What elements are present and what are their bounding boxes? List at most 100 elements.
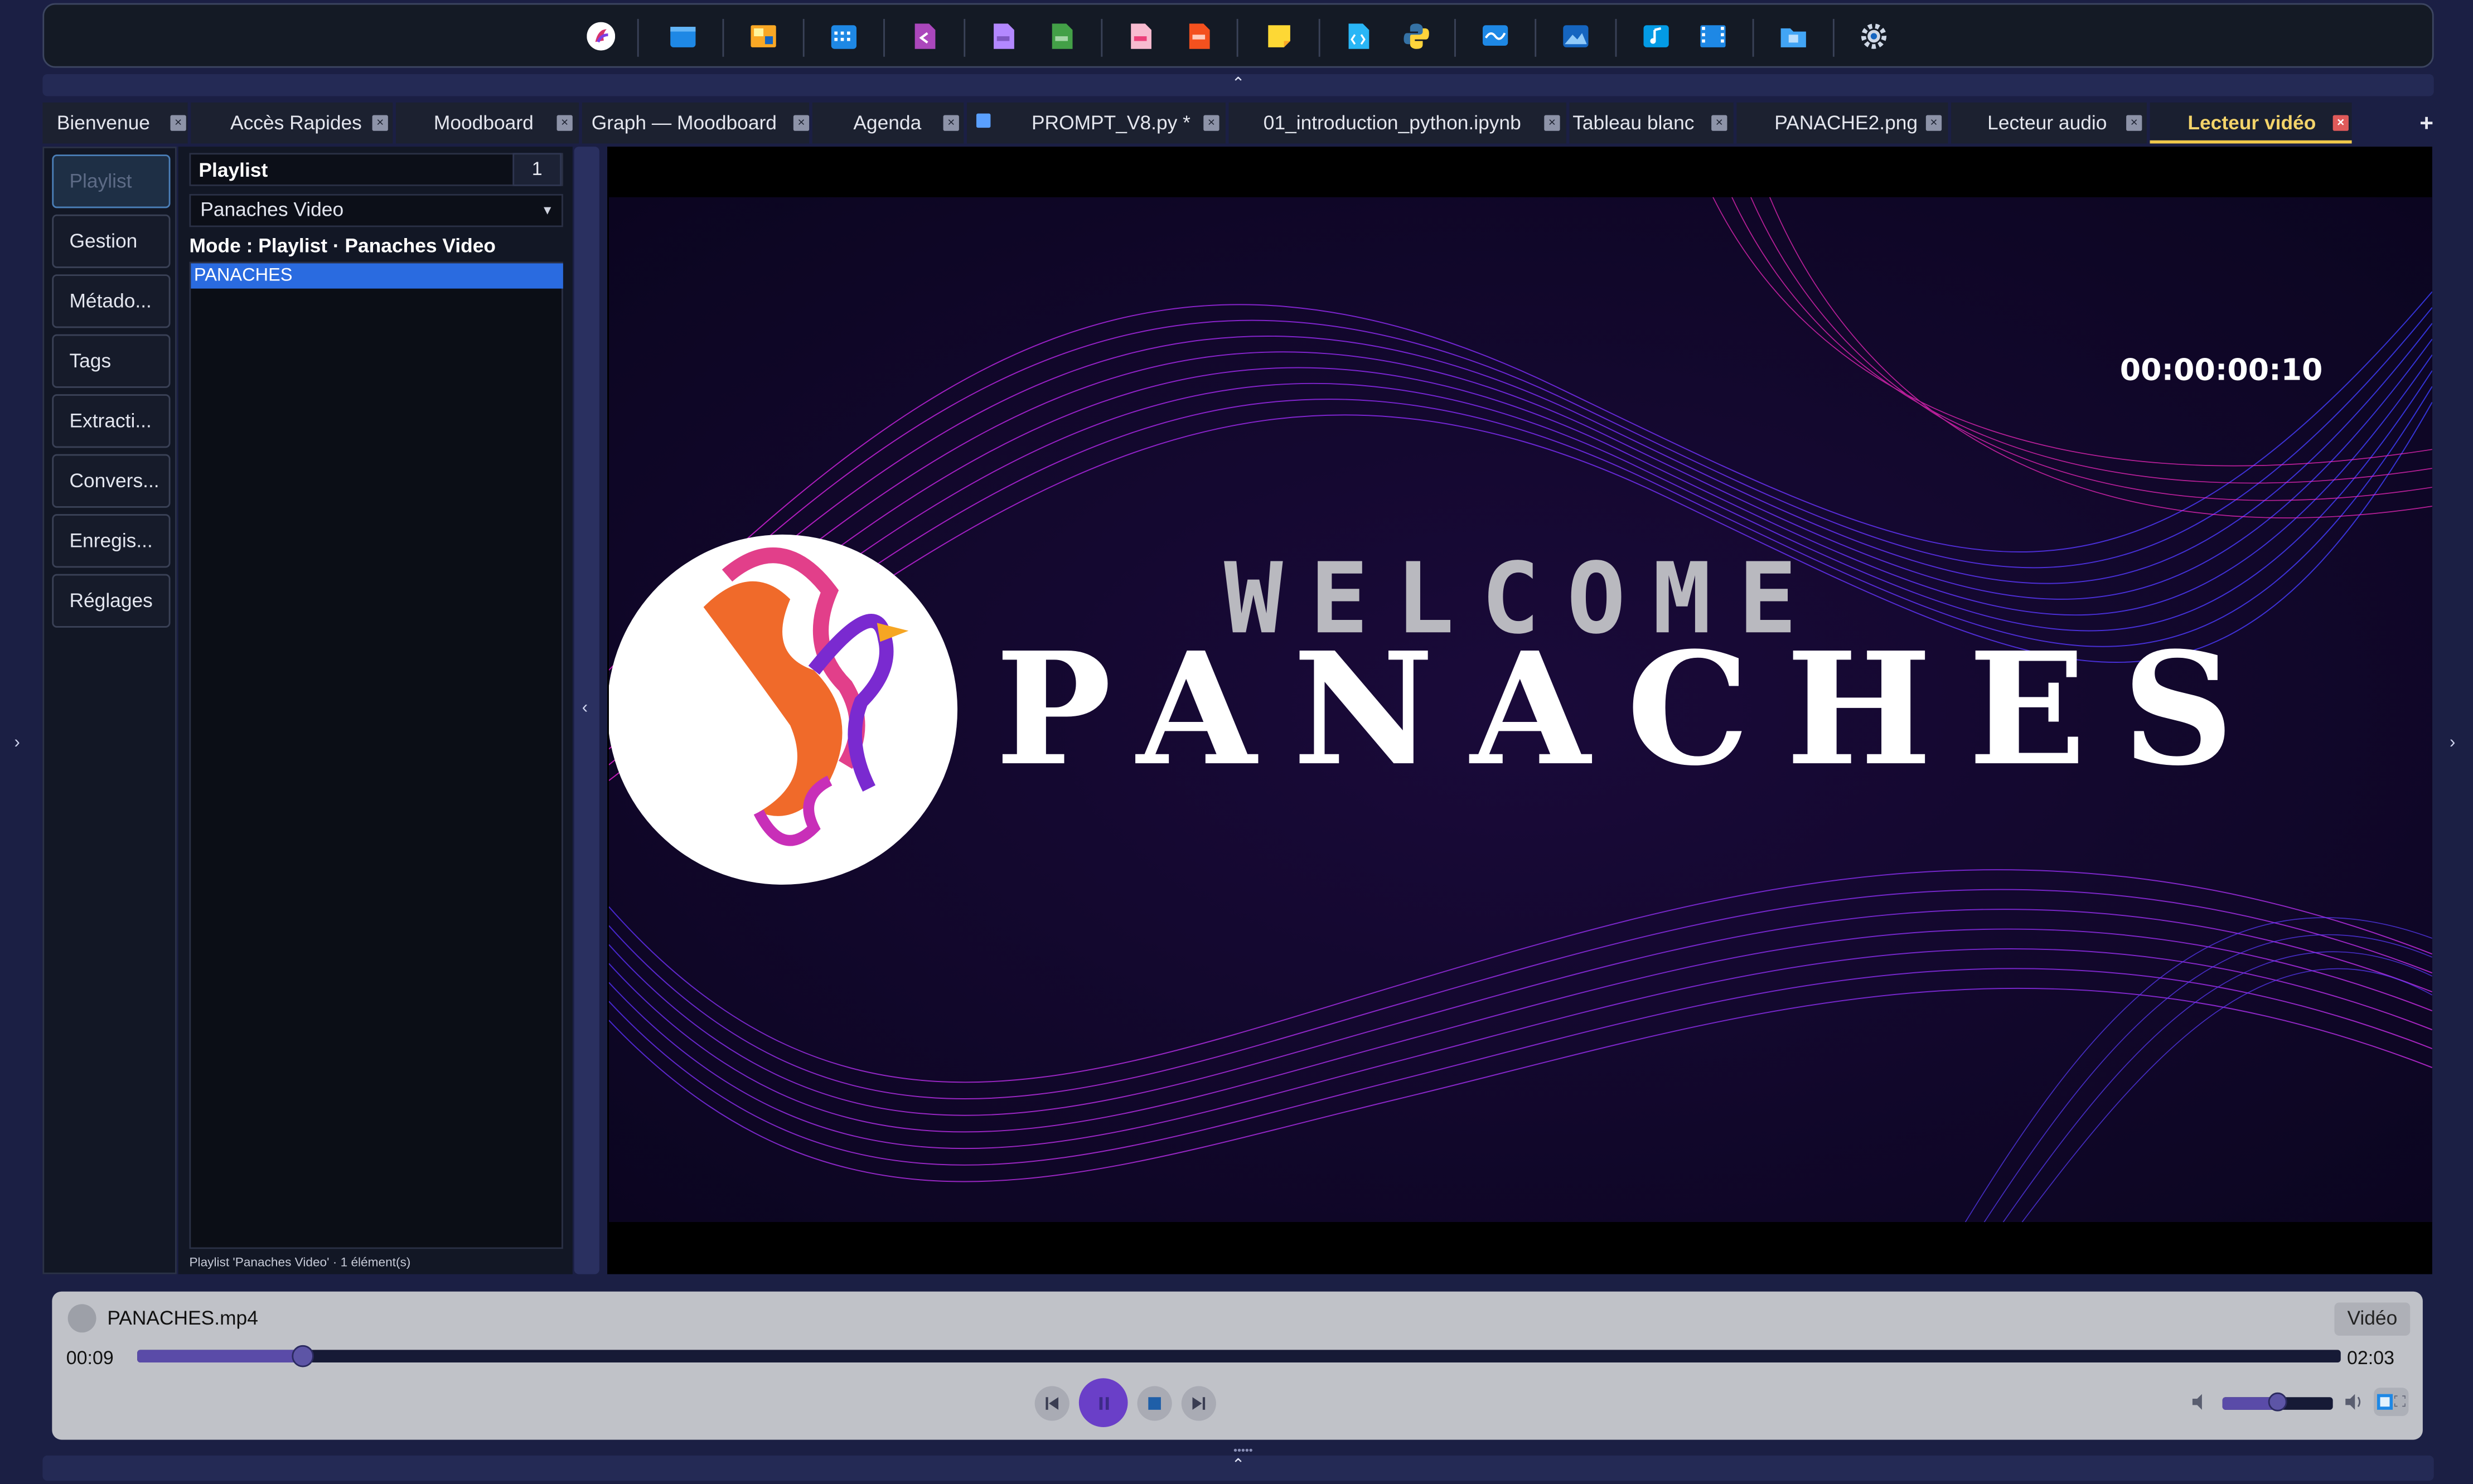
close-icon[interactable]: × [372,115,388,131]
pdf-file-icon[interactable] [1126,22,1155,51]
sidebar-item-tags[interactable]: Tags [52,334,171,388]
video-player-icon[interactable] [1699,22,1727,51]
playlist-status-text: Playlist 'Panaches Video' · 1 élément(s) [189,1255,411,1270]
video-viewport[interactable]: 00:00:00:10 WELCOME PANACHES [607,147,2432,1274]
previous-track-button[interactable] [1034,1386,1069,1421]
image-viewer-icon[interactable] [1561,22,1590,51]
audio-player-icon[interactable] [1642,22,1671,51]
close-icon[interactable]: × [943,115,959,131]
sidebar-item-enregistrement[interactable]: Enregis... [52,514,171,568]
close-icon[interactable]: × [2332,115,2349,131]
next-track-button[interactable] [1181,1386,1216,1421]
play-pause-button[interactable] [1078,1378,1128,1427]
right-edge-expand-icon[interactable]: › [2450,733,2455,752]
close-icon[interactable]: × [2126,115,2142,131]
close-icon[interactable]: × [170,115,186,131]
add-tab-button[interactable]: + [2419,110,2433,137]
left-edge-expand-icon[interactable]: › [14,733,20,752]
sidebar-item-playlist[interactable]: Playlist [52,154,171,208]
chevron-up-icon: ⌃ [1231,75,1245,93]
app-window: ⌃ Bienvenue × Accès Rapides × Moodboard … [0,0,2473,1484]
close-icon[interactable]: × [1544,115,1560,131]
tab-acces-rapides[interactable]: Accès Rapides × [191,102,393,144]
volume-slider-handle[interactable] [2268,1392,2287,1412]
close-icon[interactable]: × [1203,115,1219,131]
app-logo-icon[interactable] [587,22,616,51]
html-file-icon[interactable] [1344,22,1372,51]
chevron-up-icon: ⌃ [1231,1457,1245,1475]
tab-tableau-blanc[interactable]: Tableau blanc × [1569,102,1734,144]
sidebar-item-conversion[interactable]: Convers... [52,454,171,508]
media-file-name: PANACHES.mp4 [107,1307,258,1330]
whiteboard-icon[interactable] [1481,22,1509,51]
panel-splitter[interactable]: ‹ [574,147,599,1274]
video-timecode-overlay: 00:00:00:10 [2119,353,2323,388]
gear-icon[interactable] [1860,22,1888,51]
expand-icon [2394,1395,2406,1407]
sidebar-item-extraction[interactable]: Extracti... [52,394,171,448]
seek-bar[interactable] [137,1345,2341,1367]
sidebar-item-reglages[interactable]: Réglages [52,574,171,628]
toolbar-separator [1752,18,1754,57]
list-item[interactable]: PANACHES [191,263,563,289]
close-icon[interactable]: × [1711,115,1727,131]
playlist-select[interactable]: Panaches Video ▼ [189,193,563,227]
chevron-left-icon: ‹ [582,699,588,718]
tab-panache2[interactable]: PANACHE2.png × [1736,102,1948,144]
stop-icon [1148,1397,1161,1410]
tab-introduction-python[interactable]: 01_introduction_python.ipynb × [1228,102,1566,144]
media-mode-badge[interactable]: Vidéo [2334,1302,2411,1336]
main-toolbar [42,3,2434,68]
sticky-note-icon[interactable] [1265,22,1294,51]
tab-label: Lecteur audio [1987,111,2107,134]
tab-bienvenue[interactable]: Bienvenue × [42,102,188,144]
tab-label: Lecteur vidéo [2188,111,2316,134]
playlist-title: Playlist [199,159,268,182]
toolbar-separator [1832,18,1835,57]
bottom-collapse-handle[interactable]: ⌃ [42,1455,2434,1481]
playlist-items-list[interactable]: PANACHES [189,261,563,1249]
toolbar-separator [637,18,639,57]
tab-label: Moodboard [433,111,534,134]
toolbar-collapse-handle[interactable]: ⌃ [42,74,2434,96]
python-icon[interactable] [1402,22,1431,51]
epub-file-icon[interactable] [1184,22,1213,51]
tab-label: PANACHE2.png [1774,111,1918,134]
fullscreen-toggle[interactable] [2374,1388,2409,1417]
toolbar-separator [964,18,966,57]
video-frame: 00:00:00:10 WELCOME PANACHES [608,197,2432,1223]
moodboard-icon[interactable] [749,22,778,51]
toolbar-separator [802,18,805,57]
tab-label: PROMPT_V8.py * [1031,111,1190,134]
seek-bar-handle[interactable] [291,1345,314,1367]
code-file-icon[interactable] [910,22,938,51]
spreadsheet-file-icon[interactable] [1047,22,1076,51]
close-icon[interactable]: × [1925,115,1942,131]
volume-slider[interactable] [2222,1392,2333,1412]
window-icon[interactable] [669,22,697,51]
close-icon[interactable]: × [556,115,573,131]
tab-graph-moodboard[interactable]: Graph — Moodboard × [582,102,810,144]
sidebar-item-gestion[interactable]: Gestion [52,214,171,268]
volume-high-icon[interactable] [2344,1393,2363,1412]
skip-forward-icon [1192,1397,1206,1410]
tab-moodboard[interactable]: Moodboard × [396,102,579,144]
toolbar-separator [1615,18,1617,57]
tab-lecteur-video[interactable]: Lecteur vidéo × [2150,102,2352,144]
volume-low-icon[interactable] [2191,1393,2210,1412]
toolbar-separator [722,18,724,57]
tab-lecteur-audio[interactable]: Lecteur audio × [1951,102,2147,144]
calendar-icon[interactable] [830,22,858,51]
folder-icon[interactable] [1779,22,1808,51]
tab-prompt-v8[interactable]: PROMPT_V8.py * × [966,102,1226,144]
sidebar-item-metadonnees[interactable]: Métado... [52,274,171,328]
save-icon [976,113,991,128]
tab-agenda[interactable]: Agenda × [812,102,964,144]
video-brand-text: PANACHES [995,619,2271,801]
tab-label: Tableau blanc [1572,111,1695,134]
stop-button[interactable] [1137,1386,1172,1421]
skip-back-icon [1046,1397,1059,1410]
doc-file-icon[interactable] [989,22,1018,51]
tab-label: Accès Rapides [230,111,362,134]
close-icon[interactable]: × [793,115,810,131]
